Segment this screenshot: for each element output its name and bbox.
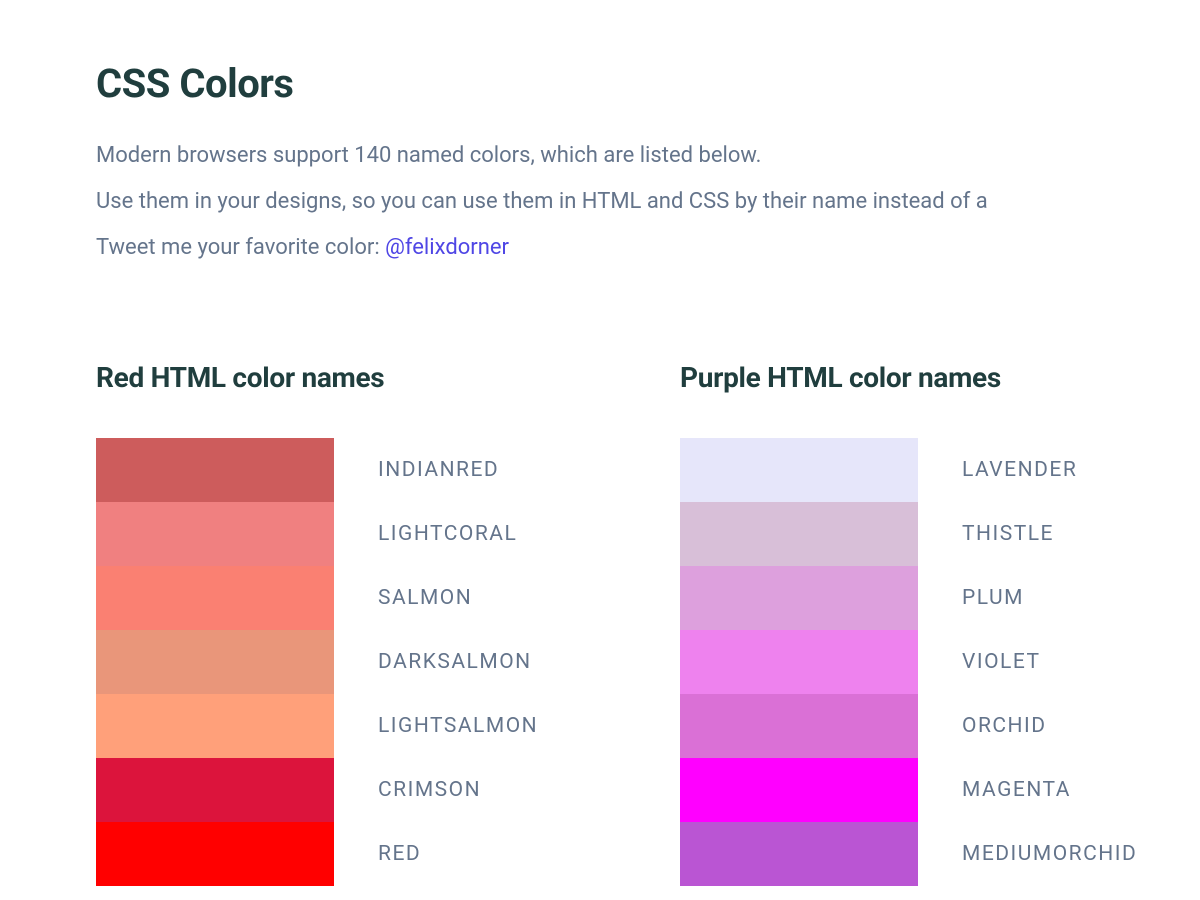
swatch-label: SALMON [378, 566, 538, 630]
swatch-color-stack [680, 438, 918, 886]
twitter-link[interactable]: @felixdorner [385, 235, 509, 260]
swatch-color [96, 630, 334, 694]
swatch-label: MEDIUMORCHID [962, 822, 1137, 886]
swatch-label: PLUM [962, 566, 1137, 630]
swatch-label: VIOLET [962, 630, 1137, 694]
swatch-color [96, 822, 334, 886]
swatch-label: LIGHTSALMON [378, 694, 538, 758]
color-column-purple: Purple HTML color names LAVENDER THISTLE… [680, 361, 1200, 886]
column-title: Red HTML color names [96, 361, 656, 394]
swatch-label: THISTLE [962, 502, 1137, 566]
swatch-label: DARKSALMON [378, 630, 538, 694]
swatch-color [680, 502, 918, 566]
intro-line-3-prefix: Tweet me your favorite color: [96, 235, 385, 260]
intro-copy: Modern browsers support 140 named colors… [96, 139, 1104, 265]
swatch-label: CRIMSON [378, 758, 538, 822]
intro-line-3: Tweet me your favorite color: @felixdorn… [96, 231, 1104, 265]
swatch-color [96, 566, 334, 630]
column-title: Purple HTML color names [680, 361, 1200, 394]
swatch-color [680, 438, 918, 502]
swatch-label: LIGHTCORAL [378, 502, 538, 566]
swatch-label: LAVENDER [962, 438, 1137, 502]
swatch-color [680, 822, 918, 886]
swatch-color [680, 566, 918, 630]
swatch-color [96, 438, 334, 502]
swatch-label: INDIANRED [378, 438, 538, 502]
swatch-color-stack [96, 438, 334, 886]
swatch-color [680, 694, 918, 758]
swatch-color [96, 758, 334, 822]
swatch-color [680, 758, 918, 822]
swatch-label: RED [378, 822, 538, 886]
swatch-label-stack: INDIANRED LIGHTCORAL SALMON DARKSALMON L… [334, 438, 538, 886]
swatch-color [96, 694, 334, 758]
swatch-label-stack: LAVENDER THISTLE PLUM VIOLET ORCHID MAGE… [918, 438, 1137, 886]
swatch-label: ORCHID [962, 694, 1137, 758]
intro-line-2: Use them in your designs, so you can use… [96, 185, 1104, 219]
page-title: CSS Colors [96, 60, 1104, 107]
swatch-list: LAVENDER THISTLE PLUM VIOLET ORCHID MAGE… [680, 438, 1200, 886]
color-column-red: Red HTML color names INDIANRED LIGHTCORA… [96, 361, 656, 886]
swatch-color [96, 502, 334, 566]
intro-line-1: Modern browsers support 140 named colors… [96, 139, 1104, 173]
swatch-color [680, 630, 918, 694]
swatch-list: INDIANRED LIGHTCORAL SALMON DARKSALMON L… [96, 438, 656, 886]
color-columns: Red HTML color names INDIANRED LIGHTCORA… [96, 361, 1104, 886]
swatch-label: MAGENTA [962, 758, 1137, 822]
